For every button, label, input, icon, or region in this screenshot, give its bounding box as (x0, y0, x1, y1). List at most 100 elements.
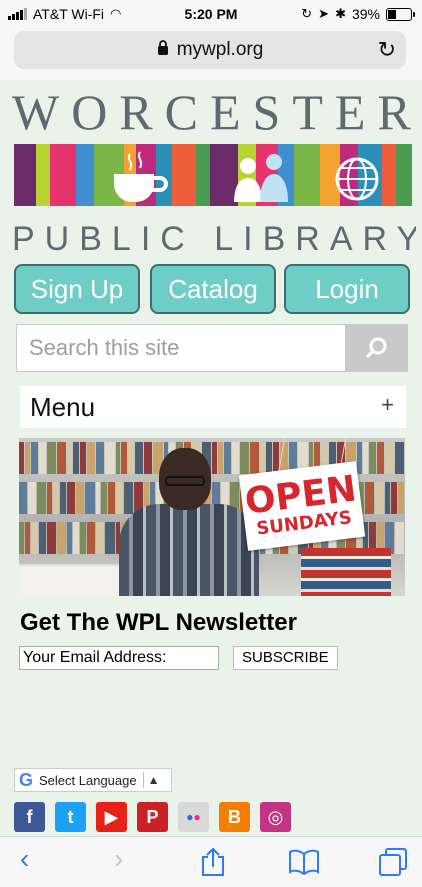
shelf-book (95, 522, 105, 554)
shelf-book (38, 522, 47, 554)
logo-books-banner[interactable] (14, 144, 412, 206)
search-button[interactable] (345, 325, 407, 371)
catalog-button[interactable]: Catalog (150, 264, 276, 314)
battery-percent: 39% (351, 6, 380, 22)
shelf-book (87, 442, 95, 474)
logo-book-spine (14, 144, 36, 206)
shelf-book (365, 482, 374, 514)
shelf-book (212, 442, 217, 474)
forward-icon[interactable]: › (114, 843, 123, 875)
sign-up-button[interactable]: Sign Up (14, 264, 140, 314)
nav-button-row: Sign Up Catalog Login (14, 264, 410, 314)
social-links: f t ▶ P ● ● B ◎ (14, 802, 291, 832)
shelf-book (19, 482, 27, 514)
dropdown-arrow-icon: ▲ (147, 773, 160, 787)
shelf-book (362, 442, 369, 474)
shelf-book (24, 522, 31, 554)
location-icon: ➤ (318, 6, 330, 21)
shelf-book (27, 482, 36, 514)
shelf-book (59, 482, 67, 514)
shelf-book (376, 442, 385, 474)
login-button[interactable]: Login (284, 264, 410, 314)
pinterest-icon[interactable]: P (137, 802, 168, 832)
bluetooth-icon: ✱ (335, 6, 346, 21)
divider (142, 772, 144, 788)
instagram-icon[interactable]: ◎ (260, 802, 291, 832)
people-icon (234, 154, 288, 202)
bookmarks-icon[interactable] (288, 849, 320, 875)
language-select-label: Select Language (39, 772, 137, 788)
logo-subtitle[interactable]: PUBLIC LIBRARY (12, 216, 416, 262)
shelf-book (397, 482, 405, 514)
back-icon[interactable]: ‹ (20, 843, 29, 875)
shelf-book (390, 482, 397, 514)
facebook-icon[interactable]: f (14, 802, 45, 832)
logo-title[interactable]: WORCESTER (12, 84, 412, 140)
shelf-book (356, 442, 362, 474)
shelf-book (47, 482, 53, 514)
coffee-cup-icon (114, 151, 168, 202)
language-select[interactable]: G Select Language ▲ (14, 768, 172, 792)
youtube-icon[interactable]: ▶ (96, 802, 127, 832)
shelf-book (127, 442, 135, 474)
twitter-icon[interactable]: t (55, 802, 86, 832)
shelf-book (135, 442, 143, 474)
logo-book-spine (76, 144, 94, 206)
shelf-book (143, 442, 153, 474)
shelf-book (240, 442, 249, 474)
flickr-icon[interactable]: ● ● (178, 802, 209, 832)
shelf-book (107, 482, 115, 514)
shelf-book (67, 482, 75, 514)
shelf-book (115, 482, 124, 514)
shelf-book (105, 522, 115, 554)
logo-book-spine (50, 144, 76, 206)
rotation-lock-icon: ↻ (301, 6, 313, 21)
shelf-book (385, 482, 390, 514)
shelf-book (79, 442, 87, 474)
lock-icon (157, 39, 169, 61)
shelf-book (124, 482, 133, 514)
search-icon (365, 337, 387, 359)
share-icon[interactable] (200, 847, 226, 877)
shelf-book (105, 442, 115, 474)
shelf-book (217, 442, 224, 474)
shelf-book (374, 482, 385, 514)
open-sundays-banner[interactable]: OPEN SUNDAYS (19, 438, 405, 596)
shelf-book (101, 482, 107, 514)
subscribe-button[interactable]: SUBSCRIBE (233, 646, 338, 670)
menu-toggle[interactable]: Menu + (20, 386, 406, 428)
site-search (16, 324, 408, 372)
tabs-icon[interactable] (378, 847, 408, 877)
shelf-book (72, 442, 79, 474)
open-book (19, 564, 129, 596)
google-icon: G (19, 769, 34, 790)
reload-icon[interactable]: ↻ (378, 37, 396, 63)
shelf-book (38, 442, 47, 474)
shelf-book (47, 442, 56, 474)
email-field[interactable] (19, 646, 219, 670)
shelf-book (79, 522, 87, 554)
logo-book-spine (382, 144, 396, 206)
status-bar: AT&T Wi-Fi ◠ 5:20 PM ↻ ➤ ✱ 39% (0, 0, 422, 28)
shelf-book (75, 482, 85, 514)
logo-book-spine (36, 144, 50, 206)
shelf-book (36, 482, 47, 514)
address-bar[interactable]: mywpl.org ↻ (14, 31, 406, 69)
shelf-book (224, 442, 231, 474)
shelf-book (85, 482, 95, 514)
shelf-book (369, 442, 376, 474)
expand-icon: + (381, 392, 394, 417)
shelf-book (67, 522, 72, 554)
blogger-icon[interactable]: B (219, 802, 250, 832)
shelf-book (47, 522, 56, 554)
shelf-book (95, 482, 101, 514)
shelf-book (72, 522, 79, 554)
shelf-book (67, 442, 72, 474)
shelf-book (394, 442, 405, 474)
url-text: mywpl.org (176, 39, 264, 60)
search-input[interactable] (17, 325, 345, 371)
shelf-book (19, 442, 24, 474)
glasses-icon (165, 476, 205, 486)
logo-book-spine (196, 144, 210, 206)
shelf-book (31, 442, 38, 474)
